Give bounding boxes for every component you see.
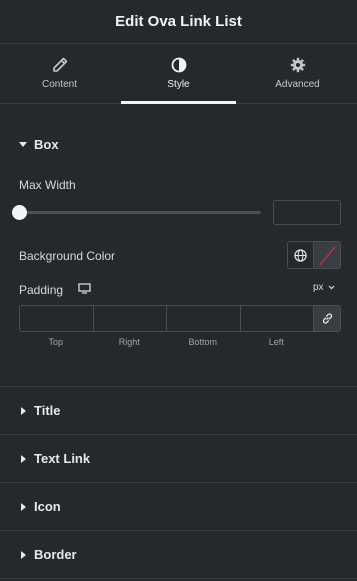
padding-bottom-input[interactable] [166, 305, 240, 332]
tab-advanced[interactable]: Advanced [238, 44, 357, 103]
caret-right-icon [21, 406, 26, 415]
padding-inputs [19, 305, 341, 332]
text-link-section-title: Text Link [34, 451, 91, 466]
background-color-control [287, 241, 341, 269]
padding-bottom-label: Bottom [188, 337, 217, 347]
chevron-down-icon [328, 285, 334, 290]
tab-style-label: Style [167, 79, 190, 90]
max-width-slider-track[interactable] [19, 211, 261, 214]
caret-right-icon [21, 502, 26, 511]
caret-right-icon [21, 550, 26, 559]
tab-content-label: Content [41, 79, 78, 90]
icon-section-toggle[interactable]: Icon [0, 483, 357, 531]
background-color-label: Background Color [19, 249, 116, 263]
half-circle-icon [171, 57, 186, 73]
link-icon [322, 313, 332, 324]
gear-icon [290, 57, 305, 73]
padding-unit-value: px [313, 282, 324, 293]
desktop-icon[interactable] [78, 283, 91, 294]
link-values-button[interactable] [313, 305, 341, 332]
tab-style[interactable]: Style [119, 44, 238, 104]
max-width-input[interactable] [273, 200, 341, 225]
title-section-toggle[interactable]: Title [0, 387, 357, 435]
icon-section-title: Icon [34, 499, 61, 514]
padding-right-input[interactable] [92, 305, 166, 332]
padding-unit-select[interactable]: px [313, 282, 335, 293]
padding-top-label: Top [48, 337, 63, 347]
tab-bar: Content Style Advanced [0, 44, 357, 104]
padding-top-input[interactable] [19, 305, 93, 332]
pencil-icon [52, 57, 67, 72]
tab-advanced-label: Advanced [275, 79, 320, 90]
padding-label: Padding [19, 283, 64, 297]
border-section-title: Border [34, 547, 77, 562]
panel-title: Edit Ova Link List [115, 13, 242, 30]
max-width-label: Max Width [19, 178, 76, 192]
caret-down-icon [19, 142, 27, 147]
text-link-section-toggle[interactable]: Text Link [0, 435, 357, 483]
box-section-toggle[interactable]: Box [19, 137, 59, 152]
global-colors-button[interactable] [288, 242, 315, 268]
padding-right-label: Right [118, 337, 140, 347]
box-section-title: Box [34, 137, 59, 152]
padding-field-labels: Top Right Bottom Left [19, 337, 313, 347]
panel-header: Edit Ova Link List [0, 0, 357, 44]
globe-icon [294, 248, 307, 262]
max-width-slider-handle[interactable] [11, 205, 27, 220]
no-color-slash-icon [319, 246, 336, 266]
padding-left-label: Left [268, 337, 284, 347]
caret-right-icon [21, 454, 26, 463]
title-section-title: Title [34, 403, 61, 418]
border-section-toggle[interactable]: Border [0, 531, 357, 579]
padding-left-input[interactable] [239, 305, 313, 332]
color-swatch-button[interactable] [314, 242, 340, 268]
tab-content[interactable]: Content [0, 44, 119, 103]
